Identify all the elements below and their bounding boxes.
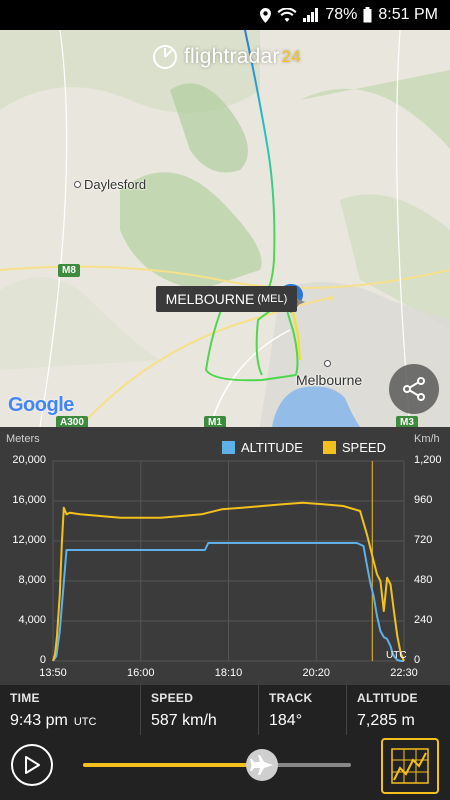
speed-value: 587 km/h [151,712,217,729]
legend-speed-label: SPEED [341,440,386,455]
y-right-tick-label: 960 [414,494,433,506]
battery-percent: 78% [325,6,358,23]
clock: 8:51 PM [378,6,438,23]
battery-icon [363,7,372,23]
legend-altitude-swatch [222,441,235,454]
playback-bar [0,735,450,800]
x-tick-label: 18:10 [214,667,243,679]
y-left-tick-label: 8,000 [18,574,46,586]
road-badge-m3: M3 [396,416,418,427]
altitude-value: 7,285 m [357,712,415,729]
time-value: 9:43 pm UTC [10,712,97,729]
x-tick-label: 22:30 [390,667,418,679]
chart-icon [391,748,429,784]
x-tick-label: 13:50 [39,667,67,679]
y-right-tick-label: 480 [414,574,433,586]
time-label: TIME [10,691,40,705]
y-right-tick-label: 1,200 [414,454,442,466]
playback-progress [83,763,263,767]
info-time: TIME 9:43 pm UTC [0,685,141,735]
place-melbourne: Melbourne [296,360,362,388]
location-icon [260,7,272,23]
flight-info-row: TIME 9:43 pm UTC SPEED 587 km/h TRACK 184… [0,685,450,735]
map-view[interactable]: flightradar 24 Daylesford Melbourne M8 A3… [0,30,450,427]
x-tick-label: 16:00 [126,667,155,679]
playback-slider[interactable] [83,763,351,767]
road-badge-a300: A300 [56,416,88,427]
map-terrain [0,30,450,427]
playback-thumb[interactable] [246,749,279,781]
airport-tooltip[interactable]: MELBOURNE (MEL) [156,286,297,312]
info-speed: SPEED 587 km/h [141,685,259,735]
y-right-tick-label: 720 [414,534,433,546]
info-track: TRACK 184° [259,685,347,735]
play-icon [25,756,40,774]
x-tick-label: 20:20 [302,667,331,679]
altitude-label: ALTITUDE [357,691,418,705]
chart-toggle-button[interactable] [381,738,439,794]
play-button[interactable] [11,744,53,786]
y-left-tick-label: 12,000 [12,534,46,546]
y-left-tick-label: 16,000 [12,494,46,506]
y-left-tick-label: 0 [39,654,46,666]
track-value: 184° [269,712,303,729]
road-badge-m1: M1 [204,416,226,427]
y-left-tick-label: 20,000 [12,454,46,466]
legend-altitude-label: ALTITUDE [241,440,303,455]
left-axis-unit: Meters [6,433,40,445]
y-right-tick-label: 240 [414,614,433,626]
radar-icon [153,45,177,69]
chart-legend: ALTITUDE SPEED [222,440,386,455]
place-daylesford: Daylesford [74,177,146,192]
info-altitude: ALTITUDE 7,285 m [347,685,450,735]
road-badge-m8: M8 [58,264,80,277]
right-axis-unit: Km/h [414,433,440,445]
flight-chart-panel[interactable]: Meters Km/h ALTITUDE SPEED 20,000 16,000 1… [0,427,450,685]
time-unit: UTC [73,716,97,728]
flight-chart [52,460,405,662]
y-left-tick-label: 4,000 [18,614,46,626]
status-bar: 78% 8:51 PM [0,0,450,30]
legend-speed-swatch [322,441,336,454]
flightradar-logo: flightradar 24 [152,44,301,70]
speed-label: SPEED [151,691,194,705]
share-icon [403,377,425,401]
signal-icon [303,8,319,22]
share-button[interactable] [389,364,439,414]
y-right-tick-label: 0 [414,654,421,666]
plane-icon [250,755,274,775]
google-logo: Google [8,394,74,416]
wifi-icon [277,8,297,22]
utc-label: UTC [386,650,407,661]
track-label: TRACK [269,691,313,705]
